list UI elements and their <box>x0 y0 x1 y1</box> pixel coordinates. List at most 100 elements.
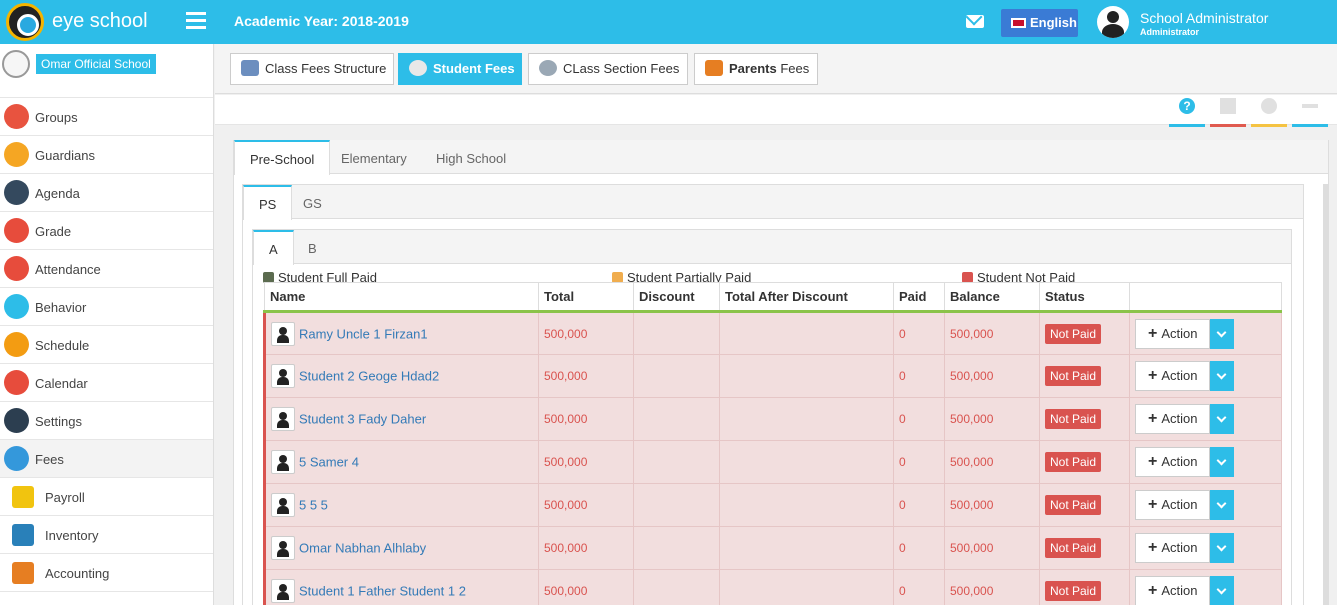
section-tabs: A B <box>253 230 1291 265</box>
menu-toggle-icon[interactable] <box>186 12 206 30</box>
action-dropdown-icon[interactable] <box>1210 576 1235 605</box>
sidebar-item-label: Behavior <box>35 300 87 315</box>
action-button[interactable]: + Action <box>1135 576 1211 605</box>
col-discount[interactable]: Discount <box>633 282 720 313</box>
action-dropdown-icon[interactable] <box>1210 490 1235 520</box>
action-button[interactable]: + Action <box>1135 447 1211 477</box>
cell-discount <box>633 311 720 355</box>
cell-discount <box>633 526 720 570</box>
user-name[interactable]: School Administrator <box>1140 10 1268 26</box>
sidebar-item-schedule[interactable]: Schedule <box>0 326 213 364</box>
tab-high-school[interactable]: High School <box>421 140 521 174</box>
col-paid[interactable]: Paid <box>893 282 945 313</box>
sidebar-item-label: Schedule <box>35 338 90 353</box>
resize-control[interactable] <box>1292 96 1328 127</box>
refresh-control[interactable] <box>1251 96 1287 127</box>
col-balance[interactable]: Balance <box>944 282 1040 313</box>
eye-school-logo[interactable] <box>6 3 44 41</box>
action-dropdown-icon[interactable] <box>1210 318 1235 349</box>
action-button[interactable]: + Action <box>1135 490 1211 520</box>
tab-ps[interactable]: PS <box>243 185 293 220</box>
tab-section-a[interactable]: A <box>253 230 294 265</box>
action-dropdown-icon[interactable] <box>1210 361 1235 391</box>
class-fees-structure-button[interactable]: Class Fees Structure <box>230 53 394 85</box>
action-dropdown-icon[interactable] <box>1210 404 1235 434</box>
calendar-icon <box>4 370 29 395</box>
student-name-link[interactable]: Student 1 Father Student 1 2 <box>299 584 466 599</box>
sidebar-item-groups[interactable]: Groups <box>0 98 213 136</box>
student-avatar-icon <box>271 579 295 603</box>
sidebar-item-settings[interactable]: Settings <box>0 402 213 440</box>
tab-elementary[interactable]: Elementary <box>326 140 422 174</box>
table-body: Ramy Uncle 1 Firzan1 500,000 0 500,000 Not P… <box>263 311 1282 605</box>
sidebar: Omar Official School Groups Guardians Agen… <box>0 44 214 605</box>
student-name-link[interactable]: 5 5 5 <box>299 498 328 513</box>
student-name-link[interactable]: 5 Samer 4 <box>299 455 359 470</box>
user-role: Administrator <box>1140 27 1200 37</box>
student-name-link[interactable]: Ramy Uncle 1 Firzan1 <box>299 326 428 341</box>
fullscreen-control[interactable] <box>1210 96 1246 127</box>
action-button[interactable]: + Action <box>1135 533 1211 563</box>
grade-icon <box>4 218 29 243</box>
cell-total-after-discount <box>719 526 894 570</box>
sidebar-item-grade[interactable]: Grade <box>0 212 213 250</box>
sidebar-item-guardians[interactable]: Guardians <box>0 136 213 174</box>
sidebar-item-fees[interactable]: Fees <box>0 440 213 478</box>
sidebar-item-attendance[interactable]: Attendance <box>0 250 213 288</box>
sidebar-item-inventory[interactable]: Inventory <box>0 516 213 554</box>
cell-balance: 500,000 <box>944 311 1040 355</box>
cell-paid: 0 <box>893 483 945 527</box>
sidebar-item-behavior[interactable]: Behavior <box>0 288 213 326</box>
school-name-badge[interactable]: Omar Official School <box>36 54 156 74</box>
action-dropdown-icon[interactable] <box>1210 447 1235 477</box>
parents-fees-button[interactable]: Parents Fees <box>694 53 818 85</box>
help-control[interactable]: ? <box>1169 96 1205 127</box>
sidebar-item-label: Settings <box>35 414 82 429</box>
col-total[interactable]: Total <box>538 282 634 313</box>
language-button[interactable]: English <box>1001 9 1078 37</box>
table-row: Student 3 Fady Daher 500,000 0 500,000 Not P… <box>263 397 1282 441</box>
sidebar-item-label: Groups <box>35 110 78 125</box>
cell-total: 500,000 <box>538 354 634 398</box>
sidebar-item-agenda[interactable]: Agenda <box>0 174 213 212</box>
tab-gs[interactable]: GS <box>288 185 337 219</box>
school-level-panel: Pre-School Elementary High School PS GS … <box>233 140 1329 605</box>
action-button[interactable]: + Action <box>1135 404 1211 434</box>
sidebar-item-payroll[interactable]: Payroll <box>0 478 213 516</box>
uk-flag-icon <box>1011 18 1026 28</box>
student-fees-button[interactable]: Student Fees <box>398 53 522 85</box>
student-name-link[interactable]: Student 2 Geoge Hdad2 <box>299 369 439 384</box>
vertical-scrollbar[interactable] <box>1323 184 1328 605</box>
cell-total: 500,000 <box>538 526 634 570</box>
student-name-link[interactable]: Student 3 Fady Daher <box>299 412 426 427</box>
tab-section-b[interactable]: B <box>293 230 332 264</box>
payroll-icon <box>12 486 34 508</box>
cell-actions: + Action <box>1129 483 1282 527</box>
cell-total-after-discount <box>719 569 894 605</box>
mail-icon[interactable] <box>966 15 984 28</box>
user-avatar[interactable] <box>1097 6 1129 38</box>
school-logo <box>2 50 30 78</box>
action-button[interactable]: + Action <box>1135 318 1211 349</box>
cell-actions: + Action <box>1129 354 1282 398</box>
class-section-fees-button[interactable]: CLass Section Fees <box>528 53 688 85</box>
student-name-link[interactable]: Omar Nabhan Alhlaby <box>299 541 426 556</box>
col-total-after-discount[interactable]: Total After Discount <box>719 282 894 313</box>
col-name[interactable]: Name <box>264 282 539 313</box>
tab-pre-school[interactable]: Pre-School <box>234 140 331 175</box>
inventory-icon <box>12 524 34 546</box>
sidebar-item-label: Calendar <box>35 376 88 391</box>
sidebar-item-label: Agenda <box>35 186 80 201</box>
cell-actions: + Action <box>1129 569 1282 605</box>
cell-discount <box>633 440 720 484</box>
sidebar-item-calendar[interactable]: Calendar <box>0 364 213 402</box>
col-status[interactable]: Status <box>1039 282 1130 313</box>
action-button[interactable]: + Action <box>1135 361 1211 391</box>
agenda-icon <box>4 180 29 205</box>
brand-name[interactable]: eye school <box>52 10 148 33</box>
sidebar-item-accounting[interactable]: Accounting <box>0 554 213 592</box>
table-row: 5 Samer 4 500,000 0 500,000 Not Paid + Action <box>263 440 1282 484</box>
cell-balance: 500,000 <box>944 569 1040 605</box>
action-dropdown-icon[interactable] <box>1210 533 1235 563</box>
academic-year: Academic Year: 2018-2019 <box>234 13 409 29</box>
